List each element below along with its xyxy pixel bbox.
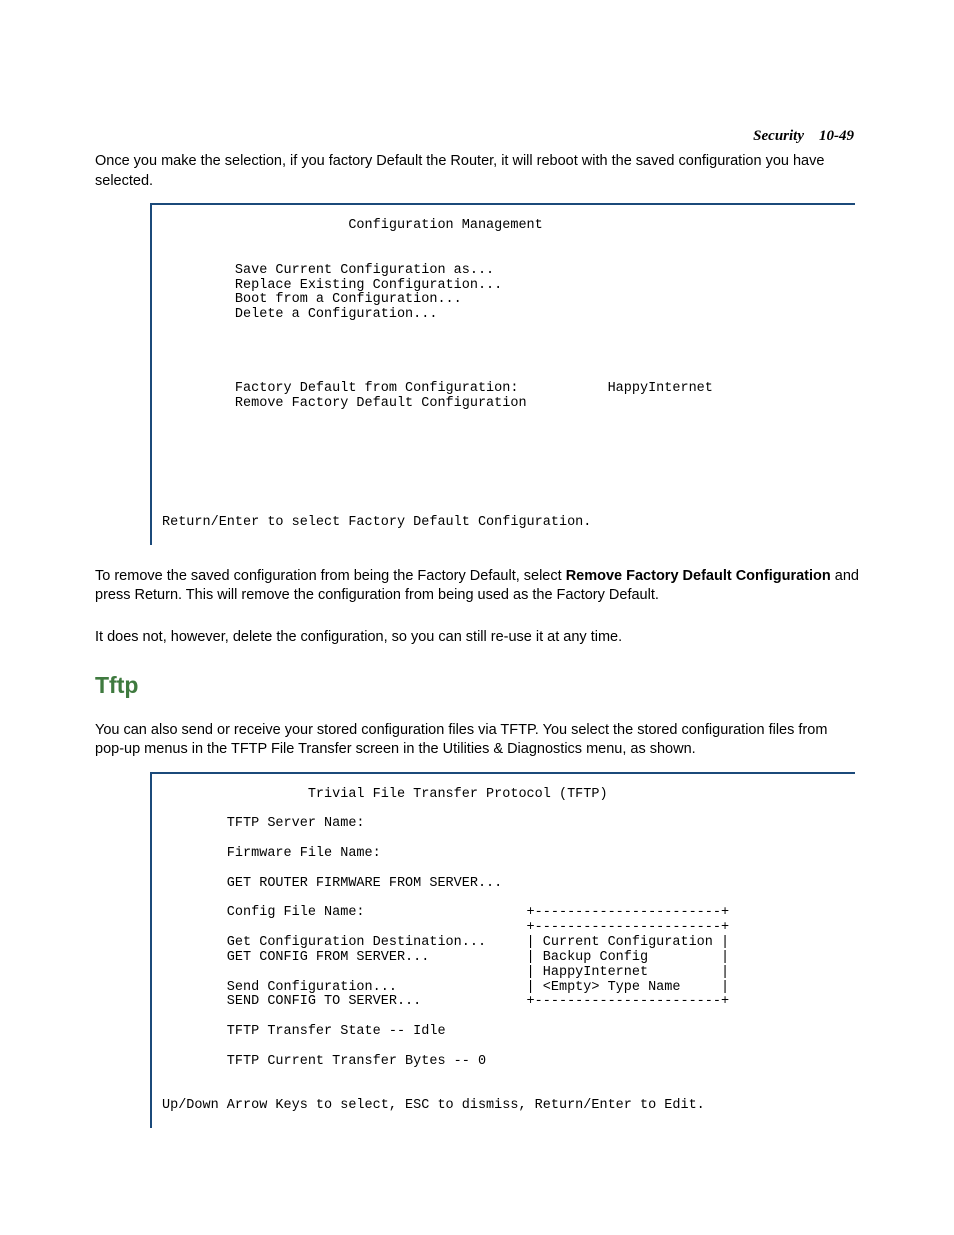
paragraph-remove-default: To remove the saved configuration from b… bbox=[95, 567, 859, 606]
header-page: 10-49 bbox=[819, 128, 854, 144]
terminal-config-management-content: Configuration Management Save Current Co… bbox=[162, 219, 845, 531]
terminal-tftp: Trivial File Transfer Protocol (TFTP) TF… bbox=[150, 772, 855, 1129]
header-spacer bbox=[808, 128, 816, 144]
terminal-tftp-content: Trivial File Transfer Protocol (TFTP) TF… bbox=[162, 788, 845, 1115]
header-section: Security bbox=[753, 128, 804, 144]
running-header: Security 10-49 bbox=[753, 128, 854, 145]
terminal-config-management: Configuration Management Save Current Co… bbox=[150, 203, 855, 545]
para2-bold: Remove Factory Default Configuration bbox=[566, 568, 831, 584]
document-page: Security 10-49 Once you make the selecti… bbox=[0, 0, 954, 1235]
paragraph-note: It does not, however, delete the configu… bbox=[95, 628, 859, 648]
paragraph-tftp-intro: You can also send or receive your stored… bbox=[95, 721, 859, 760]
paragraph-intro: Once you make the selection, if you fact… bbox=[95, 152, 859, 191]
para2-lead: To remove the saved configuration from b… bbox=[95, 568, 566, 584]
section-heading-tftp: Tftp bbox=[95, 672, 859, 699]
